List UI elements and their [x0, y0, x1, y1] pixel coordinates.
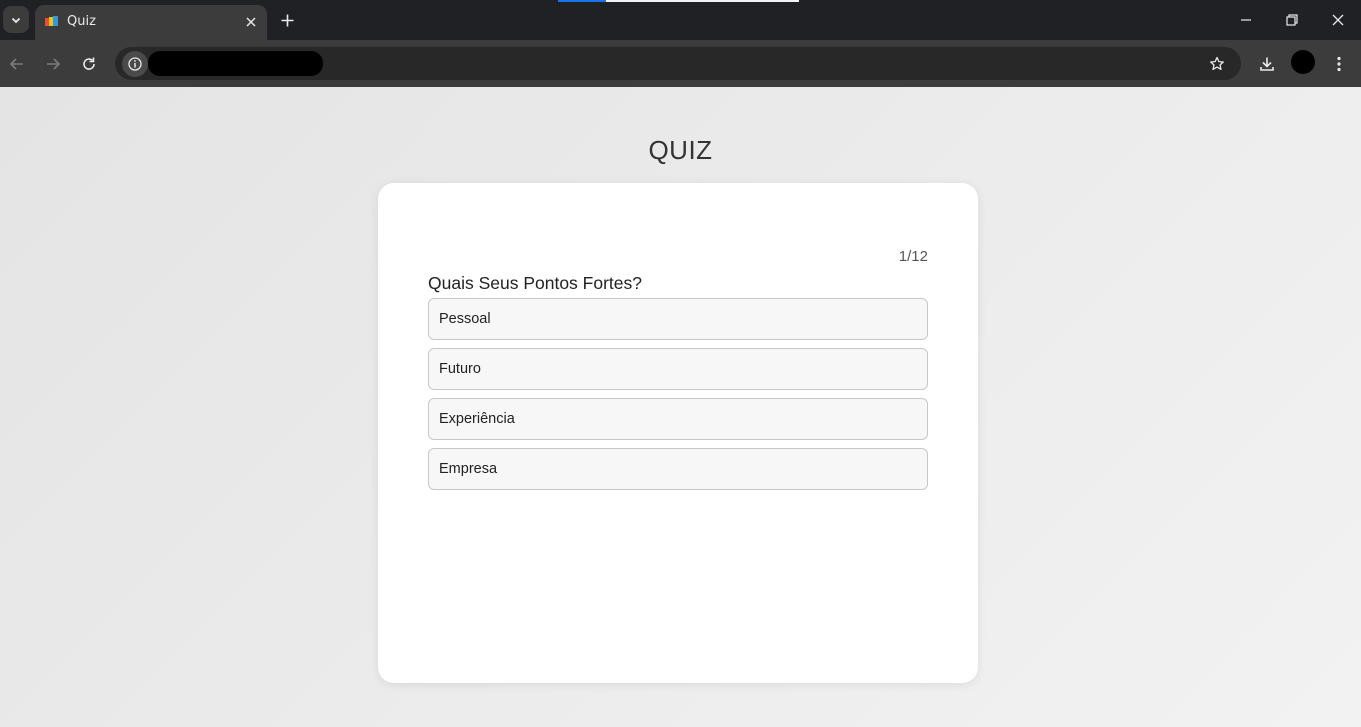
- tab-strip: Quiz: [0, 0, 1361, 40]
- active-tab[interactable]: Quiz: [35, 5, 267, 40]
- answer-option[interactable]: Experiência: [428, 398, 928, 440]
- info-icon: [128, 57, 142, 71]
- browser-toolbar: [0, 40, 1361, 87]
- new-tab-button[interactable]: [276, 9, 298, 31]
- restore-button[interactable]: [1280, 8, 1304, 32]
- answer-option-label: Empresa: [439, 461, 498, 477]
- favicon-icon: [45, 16, 58, 26]
- arrow-left-icon: [9, 58, 23, 70]
- quiz-card: 1/12 Quais Seus Pontos Fortes? Pessoal F…: [378, 183, 978, 683]
- download-icon: [1260, 57, 1274, 71]
- browser-menu-button[interactable]: [1327, 52, 1351, 76]
- downloads-button[interactable]: [1255, 52, 1279, 76]
- page-content: QUIZ 1/12 Quais Seus Pontos Fortes? Pess…: [0, 87, 1361, 727]
- plus-icon: [281, 14, 293, 26]
- kebab-menu-icon: [1337, 56, 1341, 72]
- answer-option[interactable]: Pessoal: [428, 298, 928, 340]
- address-bar[interactable]: [115, 47, 1241, 80]
- minimize-button[interactable]: [1234, 8, 1258, 32]
- chevron-down-icon: [11, 17, 21, 23]
- answer-option-label: Pessoal: [439, 311, 491, 327]
- tab-title: Quiz: [67, 14, 96, 29]
- profile-avatar[interactable]: [1291, 50, 1315, 74]
- restore-icon: [1286, 14, 1298, 26]
- tab-list-button[interactable]: [3, 6, 29, 33]
- close-tab-button[interactable]: [242, 13, 260, 31]
- forward-button[interactable]: [41, 52, 65, 76]
- question-text: Quais Seus Pontos Fortes?: [428, 273, 642, 293]
- close-icon: [1332, 14, 1344, 26]
- answer-options: Pessoal Futuro Experiência Empresa: [428, 298, 928, 498]
- answer-option-label: Experiência: [439, 411, 515, 427]
- page-title: QUIZ: [648, 135, 713, 165]
- star-icon: [1210, 56, 1224, 71]
- reload-icon: [83, 57, 95, 70]
- close-window-button[interactable]: [1326, 8, 1350, 32]
- url-text-redacted: [148, 51, 323, 76]
- loading-indicator-track: [606, 0, 799, 2]
- answer-option[interactable]: Empresa: [428, 448, 928, 490]
- close-icon: [246, 17, 256, 27]
- answer-option[interactable]: Futuro: [428, 348, 928, 390]
- reload-button[interactable]: [77, 52, 101, 76]
- site-info-button[interactable]: [122, 51, 148, 77]
- bookmark-button[interactable]: [1205, 52, 1229, 76]
- minimize-icon: [1241, 19, 1251, 21]
- back-button[interactable]: [5, 52, 29, 76]
- arrow-right-icon: [47, 58, 61, 70]
- answer-option-label: Futuro: [439, 361, 481, 377]
- question-counter: 1/12: [898, 248, 928, 265]
- loading-indicator: [558, 0, 606, 2]
